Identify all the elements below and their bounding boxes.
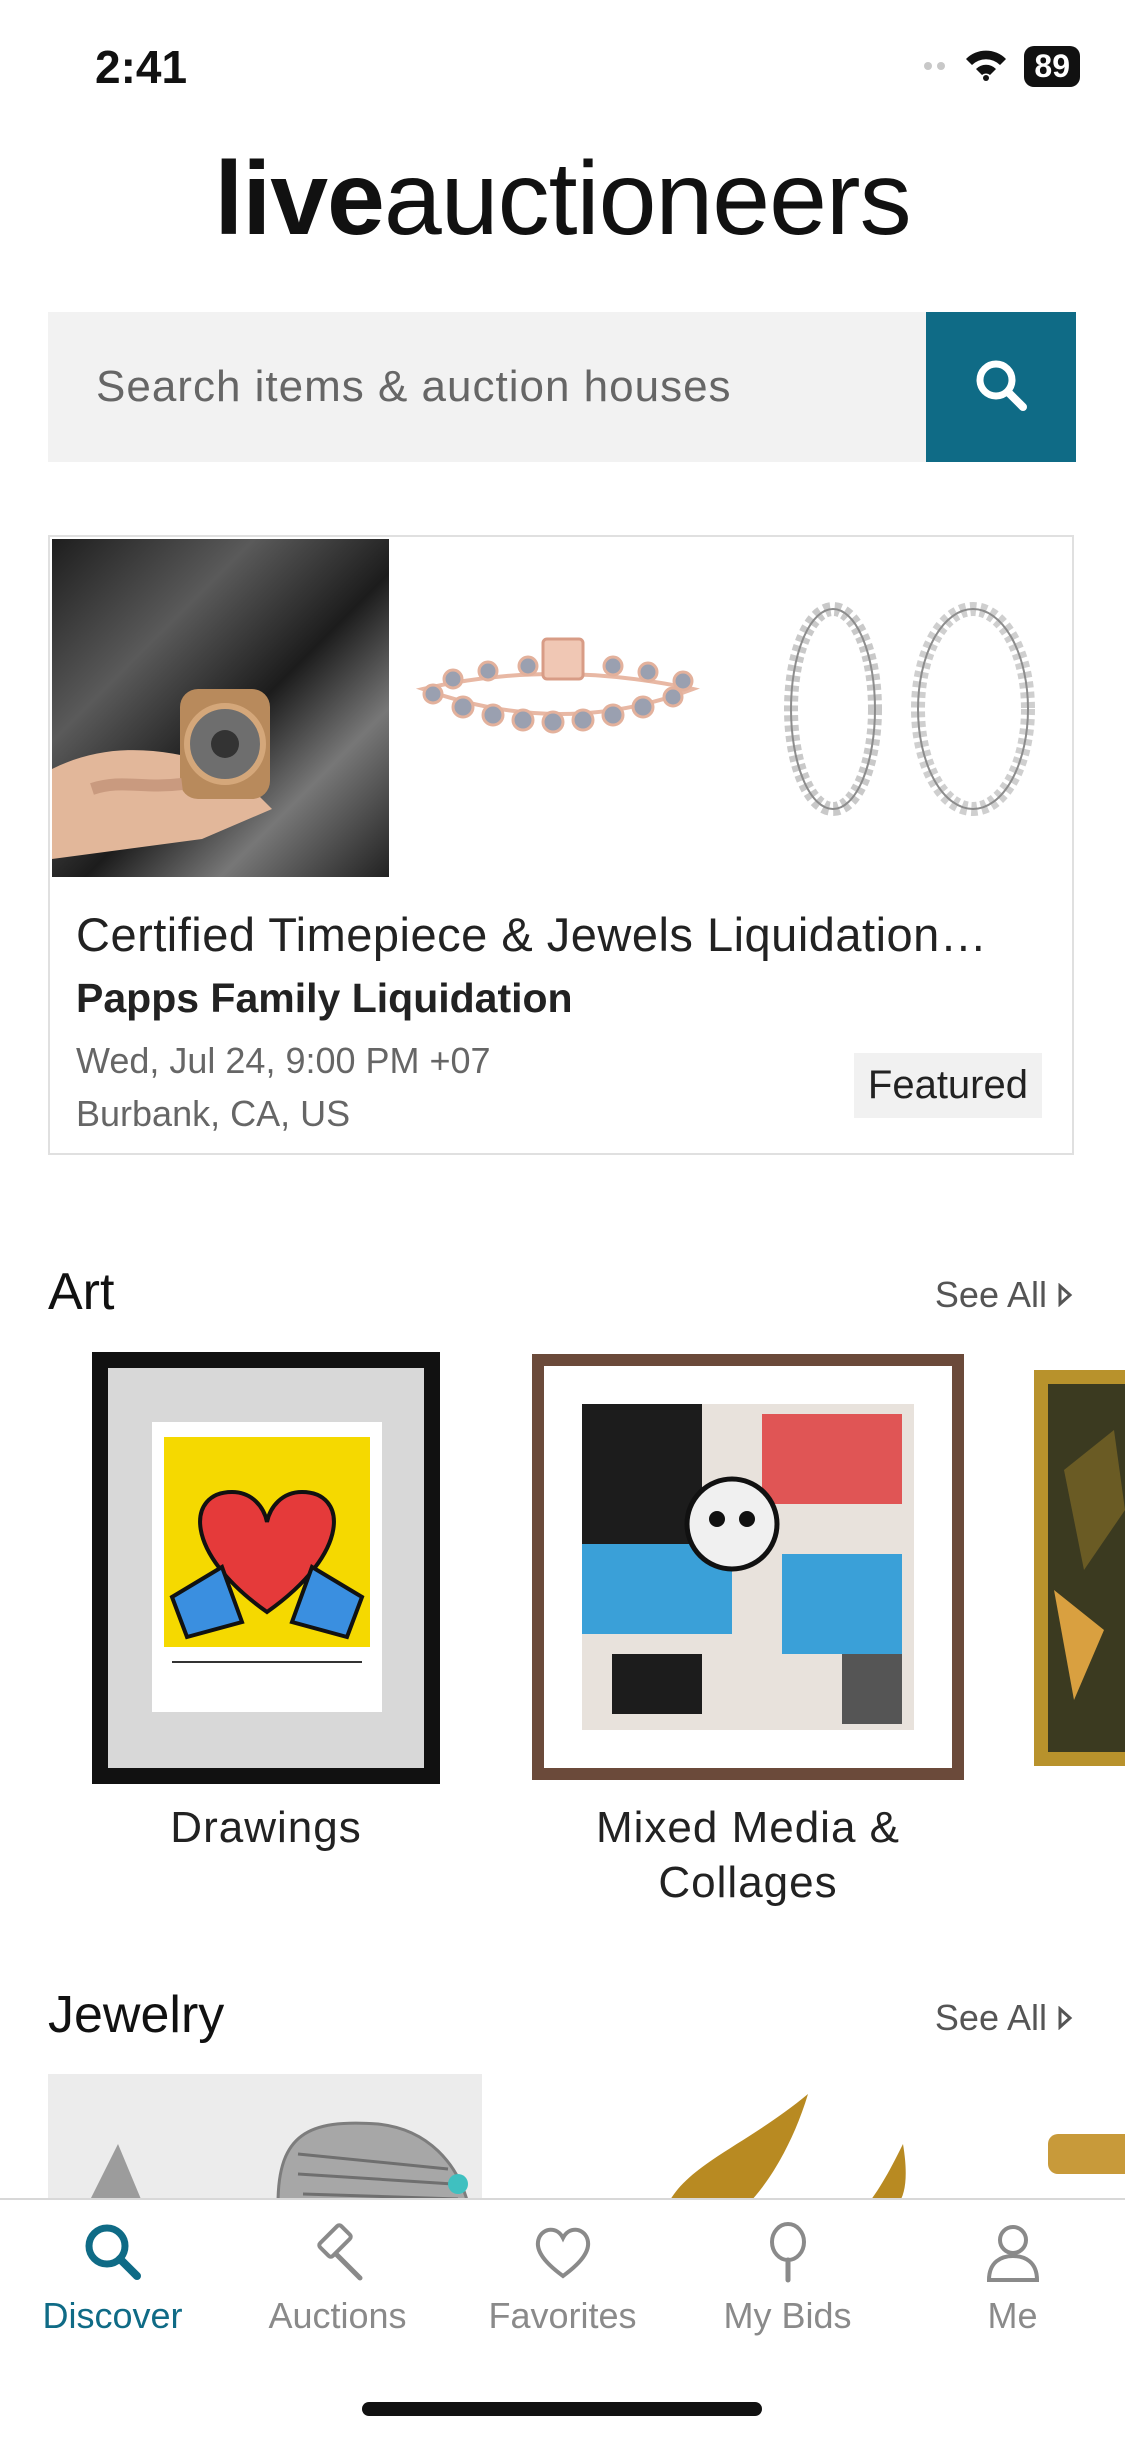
app-logo: liveauctioneers xyxy=(0,140,1125,259)
status-icons: 89 xyxy=(924,46,1080,87)
section-title-jewelry: Jewelry xyxy=(48,1986,225,2044)
art-category-label-drawings: Drawings xyxy=(170,1803,362,1852)
heart-icon xyxy=(531,2227,595,2288)
logo-live: live xyxy=(214,141,384,257)
battery-indicator: 89 xyxy=(1024,46,1080,87)
art-category-drawings[interactable] xyxy=(92,1352,440,1784)
auction-title: Certified Timepiece & Jewels Liquidation… xyxy=(76,908,988,961)
jewelry-carousel xyxy=(48,2074,1125,2204)
tab-label-me: Me xyxy=(987,2295,1038,2336)
chevron-right-icon xyxy=(1057,1997,1073,2039)
search-icon xyxy=(971,355,1031,420)
gavel-icon xyxy=(306,2223,370,2288)
tab-label-discover: Discover xyxy=(42,2295,183,2336)
user-icon xyxy=(981,2225,1045,2288)
auction-house[interactable]: Papps Family Liquidation xyxy=(76,975,573,1022)
chevron-right-icon xyxy=(1057,1274,1073,1316)
auction-location: Burbank, CA, US xyxy=(76,1093,351,1134)
tab-my-bids[interactable]: My Bids xyxy=(675,2220,900,2380)
wifi-icon xyxy=(964,47,1008,86)
auction-date: Wed, Jul 24, 9:00 PM +07 xyxy=(76,1040,491,1081)
tab-label-my-bids: My Bids xyxy=(723,2295,852,2336)
featured-badge: Featured xyxy=(853,1053,1042,1118)
tab-discover[interactable]: Discover xyxy=(0,2220,225,2380)
featured-images xyxy=(50,537,1072,877)
see-all-label: See All xyxy=(934,1997,1047,2038)
signal-icon xyxy=(924,58,948,76)
art-category-mixed-media[interactable] xyxy=(532,1354,964,1780)
art-category-label-mixed-media: Mixed Media & Collages xyxy=(595,1803,900,1907)
art-category-painting-partial[interactable] xyxy=(1034,1370,1125,1766)
tab-me[interactable]: Me xyxy=(900,2220,1125,2380)
see-all-label: See All xyxy=(934,1274,1047,1315)
home-indicator xyxy=(362,2402,762,2416)
tab-label-auctions: Auctions xyxy=(268,2295,407,2336)
search-button[interactable] xyxy=(926,312,1076,462)
tab-auctions[interactable]: Auctions xyxy=(225,2220,450,2380)
search-bar xyxy=(48,312,1076,462)
bracelet-image xyxy=(392,539,730,877)
tab-favorites[interactable]: Favorites xyxy=(450,2220,675,2380)
logo-auctioneers: auctioneers xyxy=(383,141,912,257)
status-time: 2:41 xyxy=(95,41,188,93)
paddle-icon xyxy=(756,2222,820,2288)
see-all-jewelry-button[interactable]: See All xyxy=(935,1997,1073,2039)
search-icon xyxy=(81,2224,145,2288)
tab-label-favorites: Favorites xyxy=(488,2295,637,2336)
search-input[interactable] xyxy=(48,312,926,462)
earrings-image xyxy=(733,539,1071,877)
featured-auction-card[interactable]: Certified Timepiece & Jewels Liquidation… xyxy=(48,535,1074,1155)
see-all-art-button[interactable]: See All xyxy=(935,1274,1073,1316)
status-bar: 2:41 89 xyxy=(0,0,1125,130)
section-title-art: Art xyxy=(48,1263,115,1321)
watch-image xyxy=(52,539,389,877)
